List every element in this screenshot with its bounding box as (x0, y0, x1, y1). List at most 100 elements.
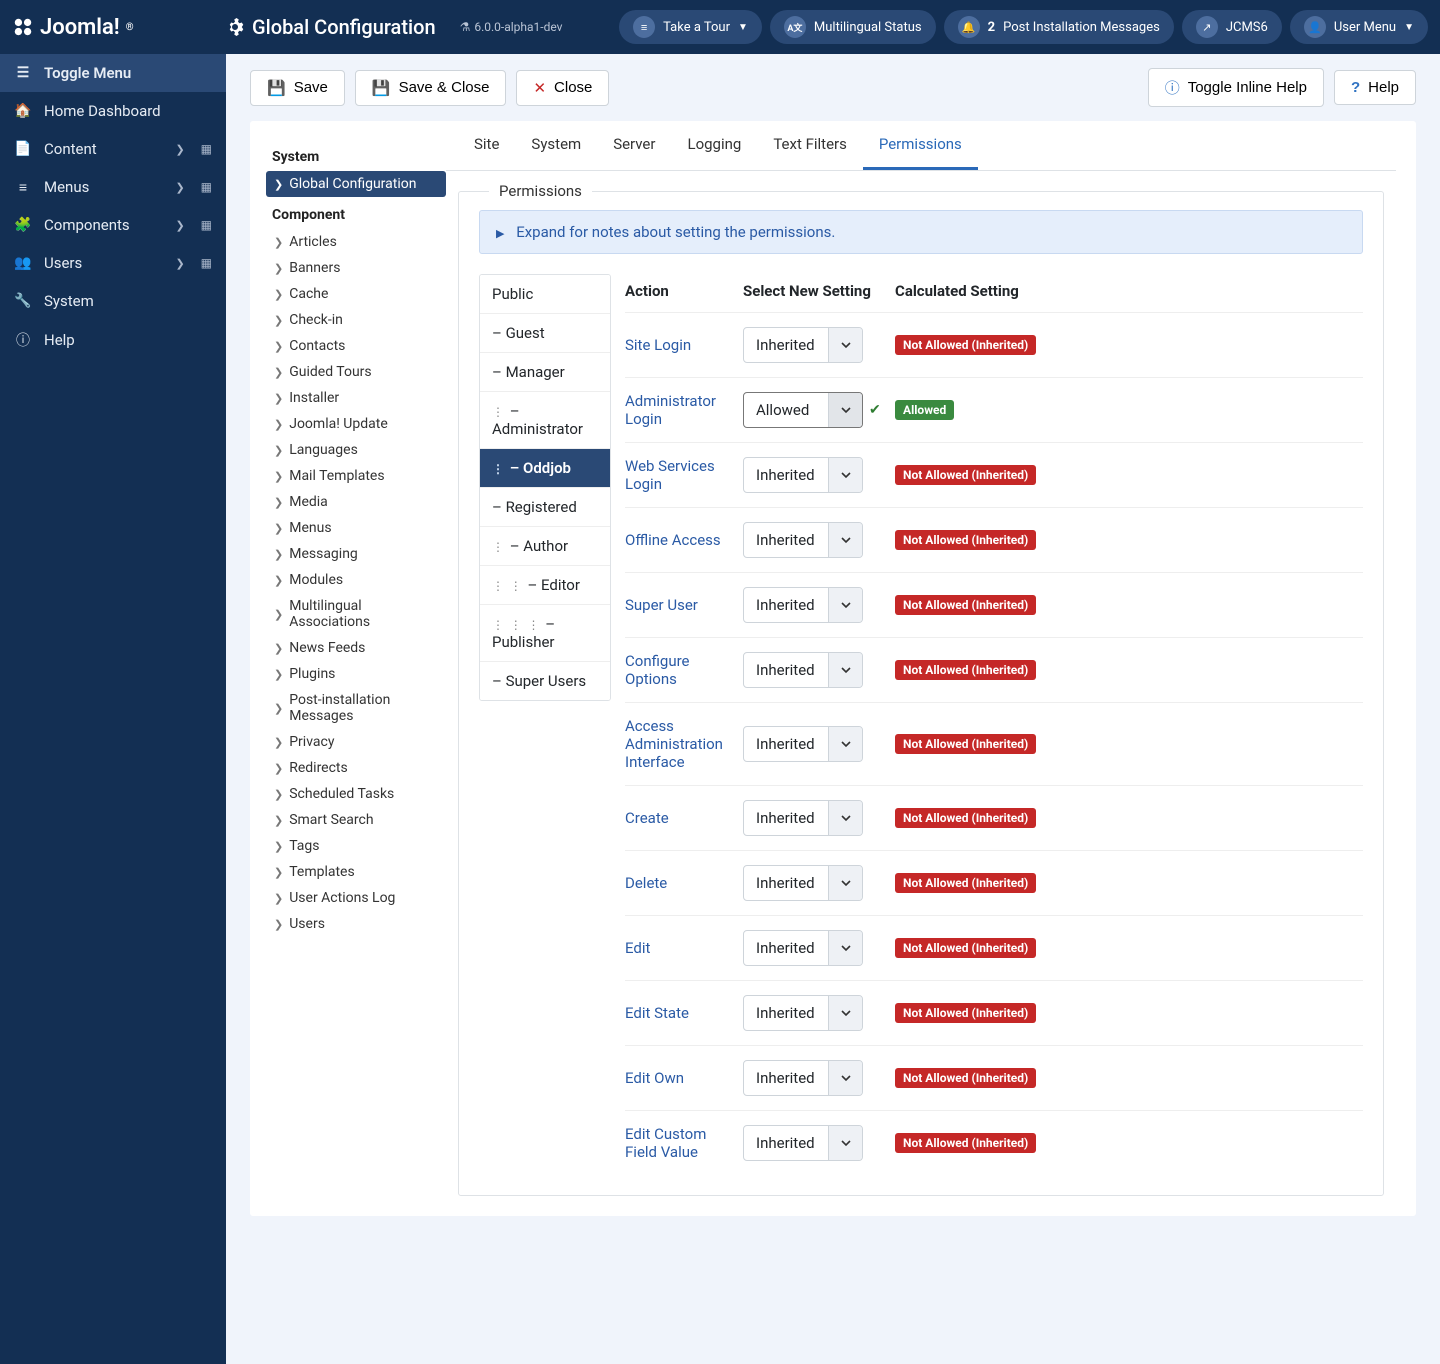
left-nav-installer[interactable]: ❯Installer (266, 385, 446, 411)
perm-action-label[interactable]: Delete (625, 874, 743, 892)
left-nav-global-configuration[interactable]: ❯ Global Configuration (266, 171, 446, 197)
perm-action-label[interactable]: Access Administration Interface (625, 717, 743, 771)
group-registered[interactable]: – Registered (480, 488, 610, 527)
group-administrator[interactable]: ⋮ – Administrator (480, 392, 610, 449)
perm-action-label[interactable]: Edit (625, 939, 743, 957)
sidebar-item-system[interactable]: 🔧System (0, 282, 226, 320)
dashboard-icon[interactable]: ▦ (201, 256, 212, 270)
multilingual-status-button[interactable]: A文 Multilingual Status (770, 10, 936, 44)
perm-select-delete[interactable]: Inherited (743, 865, 863, 901)
group-publisher[interactable]: ⋮ ⋮ ⋮ – Publisher (480, 605, 610, 662)
left-nav-mail-templates[interactable]: ❯Mail Templates (266, 463, 446, 489)
left-nav-menus[interactable]: ❯Menus (266, 515, 446, 541)
expand-permissions-notes[interactable]: ▶ Expand for notes about setting the per… (479, 210, 1363, 254)
left-nav-user-actions-log[interactable]: ❯User Actions Log (266, 885, 446, 911)
left-nav-guided-tours[interactable]: ❯Guided Tours (266, 359, 446, 385)
sidebar-item-help[interactable]: ⓘHelp (0, 320, 226, 360)
dashboard-icon[interactable]: ▦ (201, 180, 212, 194)
tab-system[interactable]: System (515, 121, 597, 170)
group-public[interactable]: Public (480, 275, 610, 314)
sidebar-item-users[interactable]: 👥Users❯▦ (0, 244, 226, 282)
tab-permissions[interactable]: Permissions (863, 121, 978, 170)
save-button[interactable]: 💾Save (250, 70, 345, 106)
perm-action-label[interactable]: Web Services Login (625, 457, 743, 493)
perm-action-label[interactable]: Edit Custom Field Value (625, 1125, 743, 1161)
perm-action-label[interactable]: Offline Access (625, 531, 743, 549)
perm-select-edit state[interactable]: Inherited (743, 995, 863, 1031)
sidebar-item-components[interactable]: 🧩Components❯▦ (0, 206, 226, 244)
dashboard-icon[interactable]: ▦ (201, 218, 212, 232)
perm-select-super user[interactable]: Inherited (743, 587, 863, 623)
left-nav-multilingual-associations[interactable]: ❯Multilingual Associations (266, 593, 446, 635)
left-nav-plugins[interactable]: ❯Plugins (266, 661, 446, 687)
tab-site[interactable]: Site (458, 121, 515, 170)
left-nav-tags[interactable]: ❯Tags (266, 833, 446, 859)
perm-select-web services login[interactable]: Inherited (743, 457, 863, 493)
perm-select-site login[interactable]: Inherited (743, 327, 863, 363)
tab-logging[interactable]: Logging (671, 121, 757, 170)
left-nav-smart-search[interactable]: ❯Smart Search (266, 807, 446, 833)
perm-action-label[interactable]: Super User (625, 596, 743, 614)
group-superusers[interactable]: – Super Users (480, 662, 610, 700)
perm-select-administrator login[interactable]: Allowed (743, 392, 863, 428)
perm-action-label[interactable]: Edit Own (625, 1069, 743, 1087)
perm-action-label[interactable]: Edit State (625, 1004, 743, 1022)
group-oddjob[interactable]: ⋮ – Oddjob (480, 449, 610, 488)
perm-action-label[interactable]: Site Login (625, 336, 743, 354)
left-nav-templates[interactable]: ❯Templates (266, 859, 446, 885)
left-nav-redirects[interactable]: ❯Redirects (266, 755, 446, 781)
left-nav-banners[interactable]: ❯Banners (266, 255, 446, 281)
perm-select-create[interactable]: Inherited (743, 800, 863, 836)
close-button[interactable]: ✕Close (516, 70, 609, 106)
brand[interactable]: Joomla!® (12, 15, 212, 40)
left-nav-media[interactable]: ❯Media (266, 489, 446, 515)
perm-action-label[interactable]: Configure Options (625, 652, 743, 688)
group-guest[interactable]: – Guest (480, 314, 610, 353)
perm-select-edit custom field value[interactable]: Inherited (743, 1125, 863, 1161)
left-nav-privacy[interactable]: ❯Privacy (266, 729, 446, 755)
tab-server[interactable]: Server (597, 121, 671, 170)
left-nav-check-in[interactable]: ❯Check-in (266, 307, 446, 333)
chevron-right-icon: ❯ (274, 288, 283, 301)
perm-action-label[interactable]: Administrator Login (625, 392, 743, 428)
perm-select-offline access[interactable]: Inherited (743, 522, 863, 558)
post-install-messages-button[interactable]: 🔔 2 Post Installation Messages (944, 10, 1174, 44)
sidebar-item-content[interactable]: 📄Content❯▦ (0, 130, 226, 168)
left-nav-users[interactable]: ❯Users (266, 911, 446, 937)
tab-text-filters[interactable]: Text Filters (757, 121, 863, 170)
sidebar-item-toggle-menu[interactable]: ☰Toggle Menu (0, 54, 226, 92)
left-nav-joomla-update[interactable]: ❯Joomla! Update (266, 411, 446, 437)
group-author[interactable]: ⋮ – Author (480, 527, 610, 566)
save-close-button[interactable]: 💾Save & Close (355, 70, 507, 106)
help-button[interactable]: ?Help (1334, 70, 1416, 105)
take-tour-button[interactable]: ≡ Take a Tour ▼ (619, 10, 762, 44)
perm-select-edit[interactable]: Inherited (743, 930, 863, 966)
left-nav-modules[interactable]: ❯Modules (266, 567, 446, 593)
perm-action-label[interactable]: Create (625, 809, 743, 827)
left-nav-news-feeds[interactable]: ❯News Feeds (266, 635, 446, 661)
left-nav-contacts[interactable]: ❯Contacts (266, 333, 446, 359)
sidebar-item-home-dashboard[interactable]: 🏠Home Dashboard (0, 92, 226, 130)
group-manager[interactable]: – Manager (480, 353, 610, 392)
chevron-right-icon: ❯ (274, 668, 283, 681)
perm-select-access administration interface[interactable]: Inherited (743, 726, 863, 762)
left-nav-languages[interactable]: ❯Languages (266, 437, 446, 463)
site-link-button[interactable]: ↗ JCMS6 (1182, 10, 1282, 44)
left-nav-post-installation-messages[interactable]: ❯Post-installation Messages (266, 687, 446, 729)
left-nav-articles[interactable]: ❯Articles (266, 229, 446, 255)
page-title-text: Global Configuration (252, 15, 436, 39)
perm-select-configure options[interactable]: Inherited (743, 652, 863, 688)
perm-select-edit own[interactable]: Inherited (743, 1060, 863, 1096)
left-nav-messaging[interactable]: ❯Messaging (266, 541, 446, 567)
left-nav-scheduled-tasks[interactable]: ❯Scheduled Tasks (266, 781, 446, 807)
user-menu-button[interactable]: 👤 User Menu ▼ (1290, 10, 1428, 44)
tree-indent-icon: ⋮ (492, 579, 504, 593)
toggle-inline-help-button[interactable]: ⓘToggle Inline Help (1148, 68, 1324, 107)
left-nav-cache[interactable]: ❯Cache (266, 281, 446, 307)
perm-row-site-login: Site Login Inherited Not Allowed (Inheri… (625, 312, 1363, 377)
chevron-right-icon: ❯ (274, 314, 283, 327)
group-editor[interactable]: ⋮ ⋮ – Editor (480, 566, 610, 605)
dashboard-icon[interactable]: ▦ (201, 142, 212, 156)
sidebar-item-menus[interactable]: ≡Menus❯▦ (0, 168, 226, 206)
chevron-right-icon: ❯ (274, 236, 283, 249)
